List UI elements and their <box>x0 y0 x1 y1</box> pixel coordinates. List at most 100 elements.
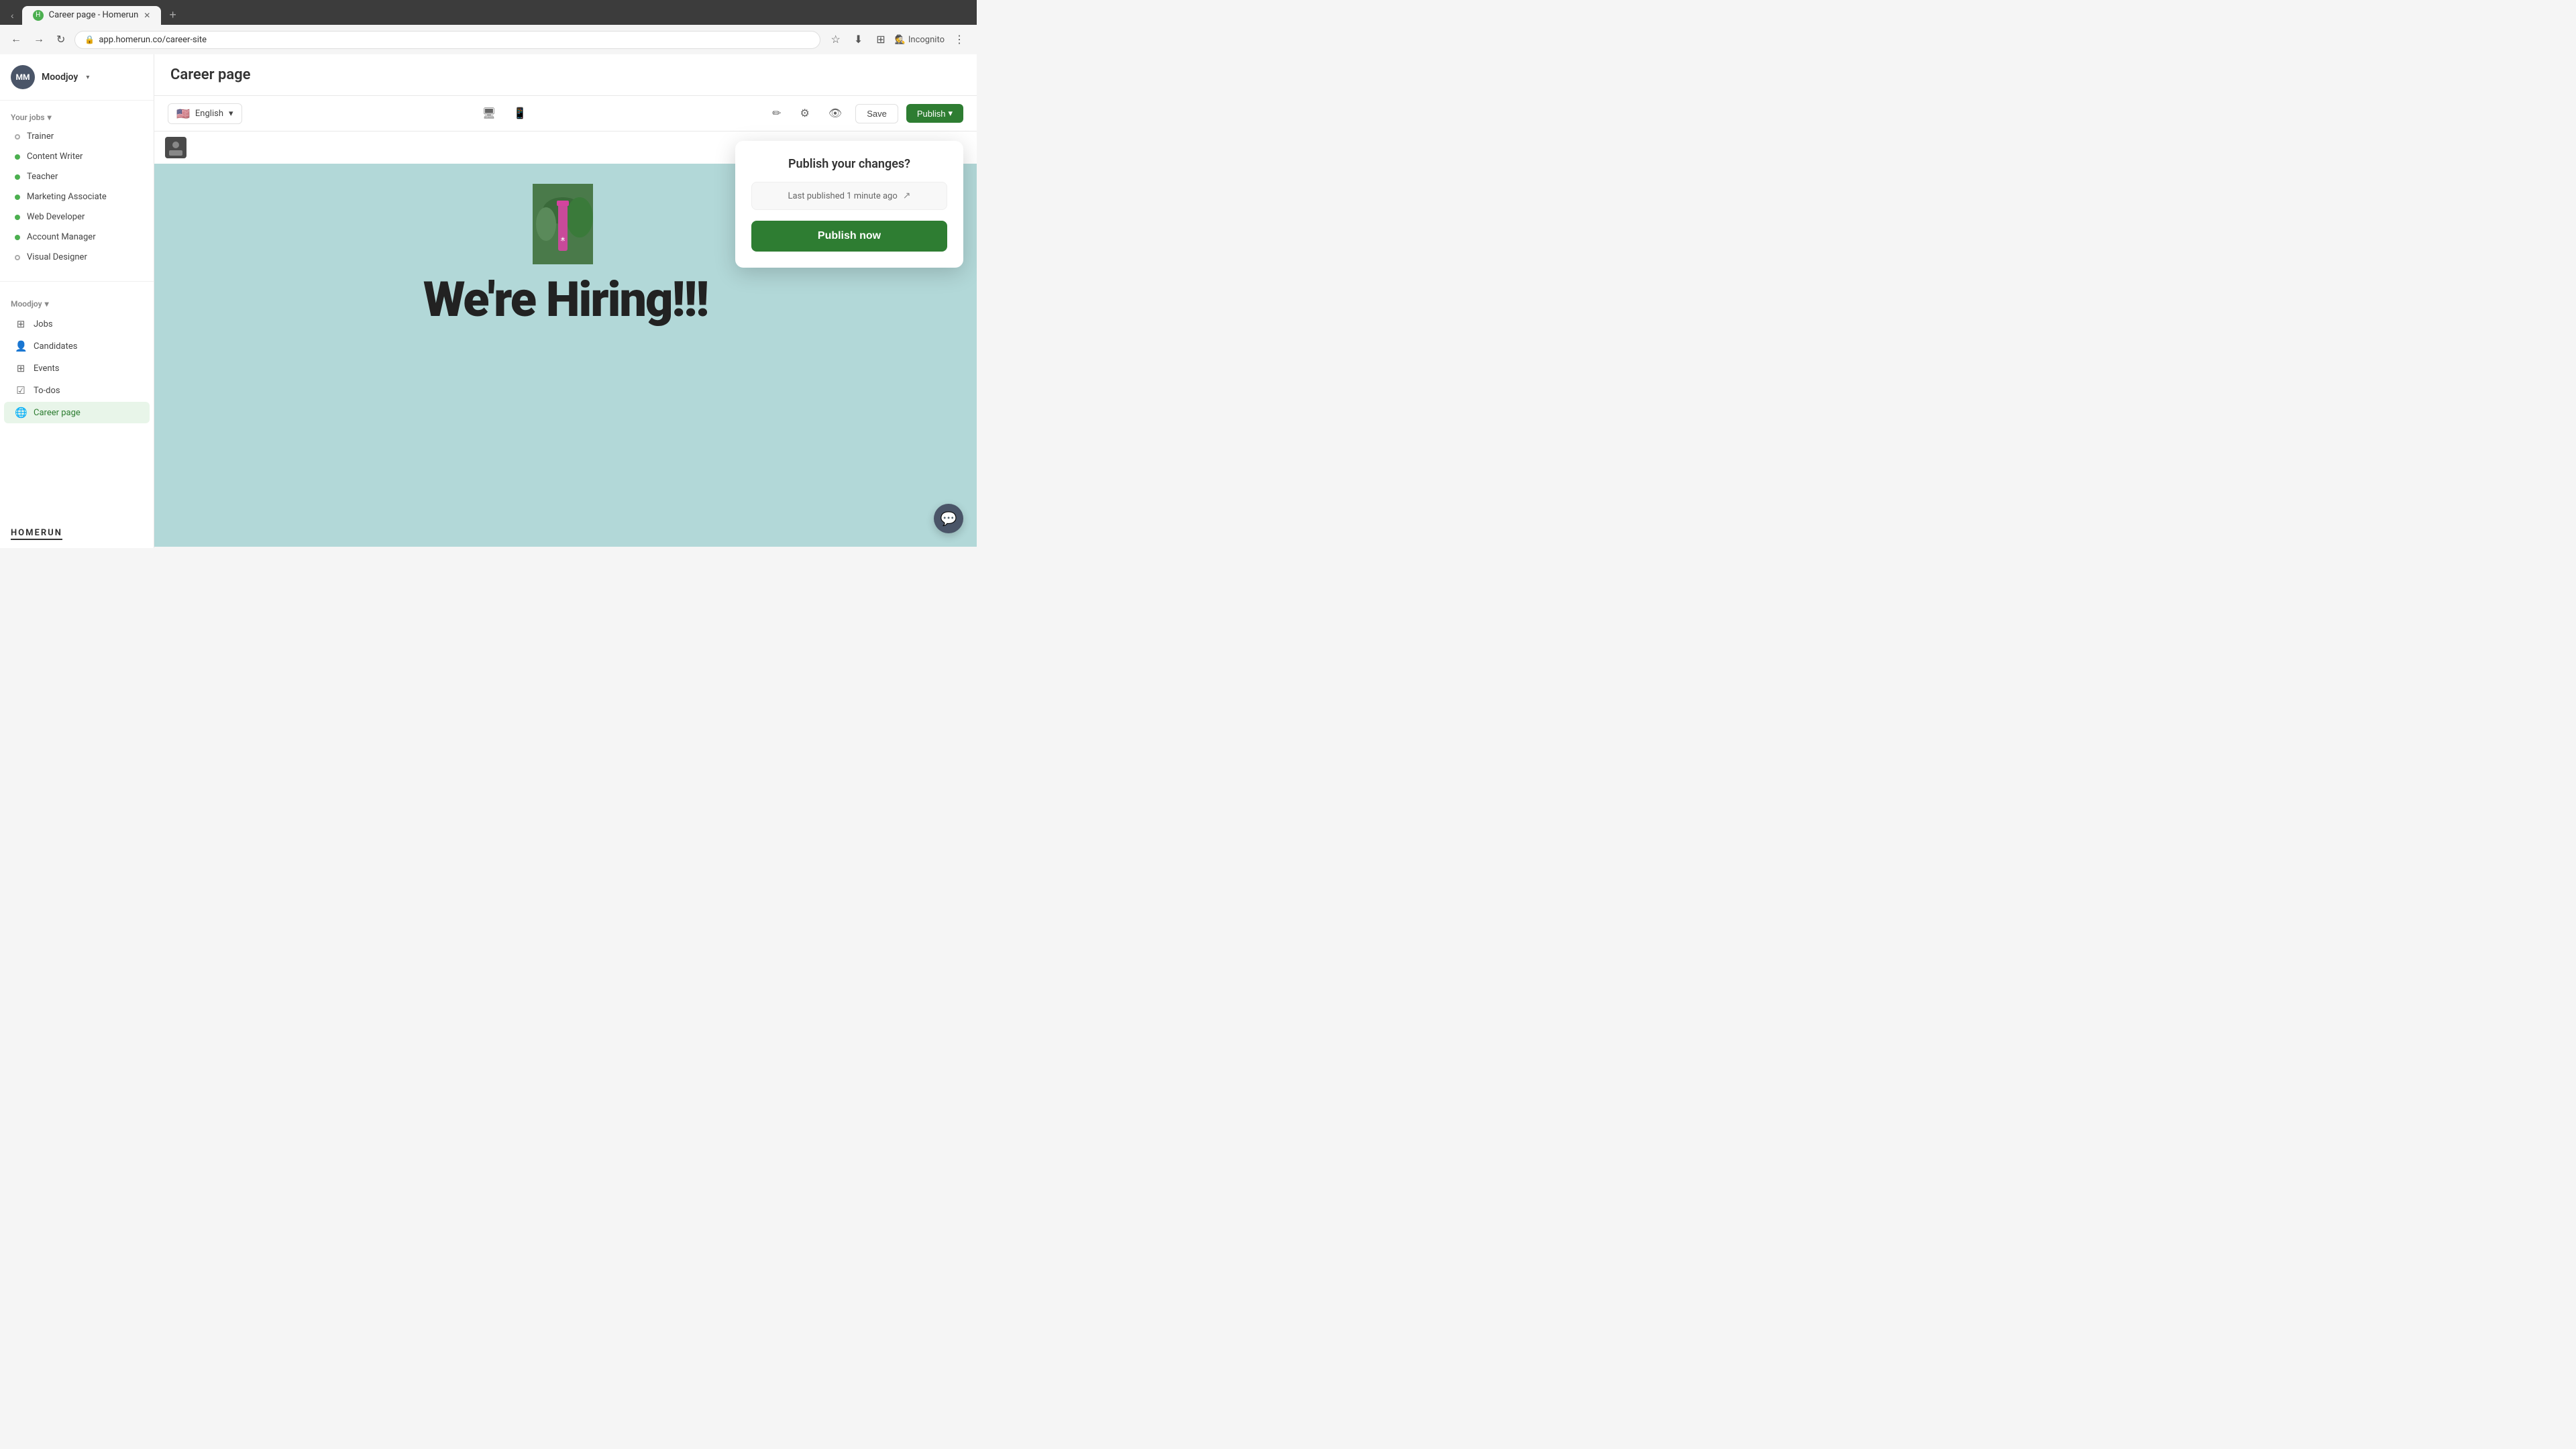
sidebar: MM Moodjoy ▾ Your jobs ▾ Trainer Content… <box>0 54 154 548</box>
forward-icon: → <box>34 34 44 45</box>
events-icon: ⊞ <box>15 362 27 374</box>
gear-icon: ⚙ <box>800 108 810 119</box>
star-icon: ☆ <box>831 34 841 46</box>
url-text: app.homerun.co/career-site <box>99 35 207 45</box>
publish-chevron: ▾ <box>948 108 953 119</box>
tab-bar: ‹ H Career page - Homerun ✕ + <box>0 0 977 25</box>
sidebar-item-career-page[interactable]: 🌐 Career page <box>4 402 150 423</box>
job-marketing-associate-label: Marketing Associate <box>27 192 107 202</box>
todos-icon: ☑ <box>15 384 27 396</box>
language-selector[interactable]: 🇺🇸 English ▾ <box>168 103 242 124</box>
publish-popup-title: Publish your changes? <box>751 157 947 171</box>
publish-now-button[interactable]: Publish now <box>751 221 947 252</box>
candidates-icon: 👤 <box>15 340 27 352</box>
preview-tool-btn[interactable]: 👁 <box>823 103 847 123</box>
sidebar-item-trainer[interactable]: Trainer <box>4 127 150 146</box>
extension-btn[interactable]: ⊞ <box>872 30 889 49</box>
bookmark-btn[interactable]: ☆ <box>827 30 845 49</box>
download-icon: ⬇ <box>854 34 863 46</box>
sidebar-item-content-writer[interactable]: Content Writer <box>4 147 150 166</box>
mobile-icon: 📱 <box>513 108 527 119</box>
last-published-text: Last published 1 minute ago <box>788 191 898 201</box>
main-header: Career page <box>154 54 977 96</box>
career-page-icon: 🌐 <box>15 407 27 419</box>
homerun-logo: HOMERUN <box>11 528 143 540</box>
status-dot-green-marketing <box>15 195 20 200</box>
mobile-view-btn[interactable]: 📱 <box>506 103 534 124</box>
hiring-text: We're Hiring!!! <box>423 271 708 328</box>
company-chevron: ▾ <box>45 299 49 309</box>
language-label: English <box>195 109 223 119</box>
back-btn[interactable]: ← <box>8 31 24 48</box>
last-published-box: Last published 1 minute ago ↗ <box>751 182 947 210</box>
sidebar-item-jobs[interactable]: ⊞ Jobs <box>4 313 150 335</box>
eye-icon: 👁 <box>828 108 842 119</box>
reload-btn[interactable]: ↻ <box>54 30 68 49</box>
desktop-icon: 🖥 <box>482 108 496 119</box>
sidebar-item-web-developer[interactable]: Web Developer <box>4 207 150 227</box>
more-btn[interactable]: ⋮ <box>950 30 969 49</box>
your-jobs-header[interactable]: Your jobs ▾ <box>0 109 154 126</box>
chat-icon: 💬 <box>941 511 957 527</box>
company-name: Moodjoy <box>42 72 78 83</box>
status-dot-green-teacher <box>15 174 20 180</box>
app-container: MM Moodjoy ▾ Your jobs ▾ Trainer Content… <box>0 54 977 548</box>
sidebar-divider <box>0 281 154 282</box>
sidebar-item-account-manager[interactable]: Account Manager <box>4 227 150 247</box>
sidebar-item-events[interactable]: ⊞ Events <box>4 358 150 379</box>
tab-close-btn[interactable]: ✕ <box>144 11 150 20</box>
publish-popup: Publish your changes? Last published 1 m… <box>735 141 963 268</box>
browser-toolbar: ☆ ⬇ ⊞ 🕵 Incognito ⋮ <box>827 30 969 49</box>
pen-tool-btn[interactable]: ✏ <box>767 103 786 123</box>
status-dot-outline <box>15 134 20 140</box>
sidebar-header[interactable]: MM Moodjoy ▾ <box>0 54 154 101</box>
company-dropdown-icon: ▾ <box>86 74 89 81</box>
publish-button[interactable]: Publish ▾ <box>906 104 963 123</box>
svg-text:木: 木 <box>560 237 566 242</box>
job-teacher-label: Teacher <box>27 172 58 182</box>
settings-tool-btn[interactable]: ⚙ <box>795 103 815 123</box>
sidebar-item-marketing-associate[interactable]: Marketing Associate <box>4 187 150 207</box>
external-link-icon: ↗ <box>903 191 911 201</box>
url-bar[interactable]: 🔒 app.homerun.co/career-site <box>74 31 820 49</box>
language-chevron: ▾ <box>229 109 233 119</box>
reload-icon: ↻ <box>56 34 65 46</box>
active-tab[interactable]: H Career page - Homerun ✕ <box>22 6 162 25</box>
lock-icon: 🔒 <box>85 35 95 44</box>
tab-nav-prev[interactable]: ‹ <box>5 7 19 23</box>
save-button[interactable]: Save <box>855 104 898 123</box>
sidebar-footer: HOMERUN <box>0 520 154 548</box>
sidebar-item-candidates[interactable]: 👤 Candidates <box>4 335 150 357</box>
publish-dropdown-container: Publish ▾ Publish your changes? Last pub… <box>906 104 963 123</box>
preview-toolbar: 🇺🇸 English ▾ 🖥 📱 ✏ <box>154 96 977 131</box>
view-toggles: 🖥 📱 <box>475 103 534 124</box>
sidebar-item-visual-designer[interactable]: Visual Designer <box>4 248 150 267</box>
extension-icon: ⊞ <box>876 34 885 46</box>
more-icon: ⋮ <box>954 34 965 46</box>
candidates-label: Candidates <box>34 341 77 352</box>
browser-chrome: ‹ H Career page - Homerun ✕ + ← → ↻ 🔒 ap… <box>0 0 977 54</box>
incognito-badge[interactable]: 🕵 Incognito <box>895 35 945 45</box>
flag-icon: 🇺🇸 <box>176 107 190 120</box>
jobs-label: Jobs <box>34 319 53 329</box>
tab-favicon: H <box>33 10 44 21</box>
pen-icon: ✏ <box>772 108 781 119</box>
incognito-icon: 🕵 <box>895 35 906 45</box>
incognito-label: Incognito <box>908 35 945 45</box>
company-nav-section: Moodjoy ▾ ⊞ Jobs 👤 Candidates ⊞ Events ☑… <box>0 287 154 432</box>
forward-btn[interactable]: → <box>31 31 47 48</box>
sidebar-item-todos[interactable]: ☑ To-dos <box>4 380 150 401</box>
back-icon: ← <box>11 34 21 45</box>
jobs-icon: ⊞ <box>15 318 27 330</box>
download-btn[interactable]: ⬇ <box>850 30 867 49</box>
sidebar-item-teacher[interactable]: Teacher <box>4 167 150 186</box>
status-dot-green-account <box>15 235 20 240</box>
page-title: Career page <box>170 66 961 83</box>
company-section-header[interactable]: Moodjoy ▾ <box>0 295 154 313</box>
chat-widget[interactable]: 💬 <box>934 504 963 533</box>
todos-label: To-dos <box>34 386 60 396</box>
new-tab-btn[interactable]: + <box>164 5 182 25</box>
desktop-view-btn[interactable]: 🖥 <box>475 103 503 124</box>
preview-image: 木 <box>533 184 593 264</box>
toolbar-right: ✏ ⚙ 👁 Save Publish ▾ <box>767 103 963 123</box>
